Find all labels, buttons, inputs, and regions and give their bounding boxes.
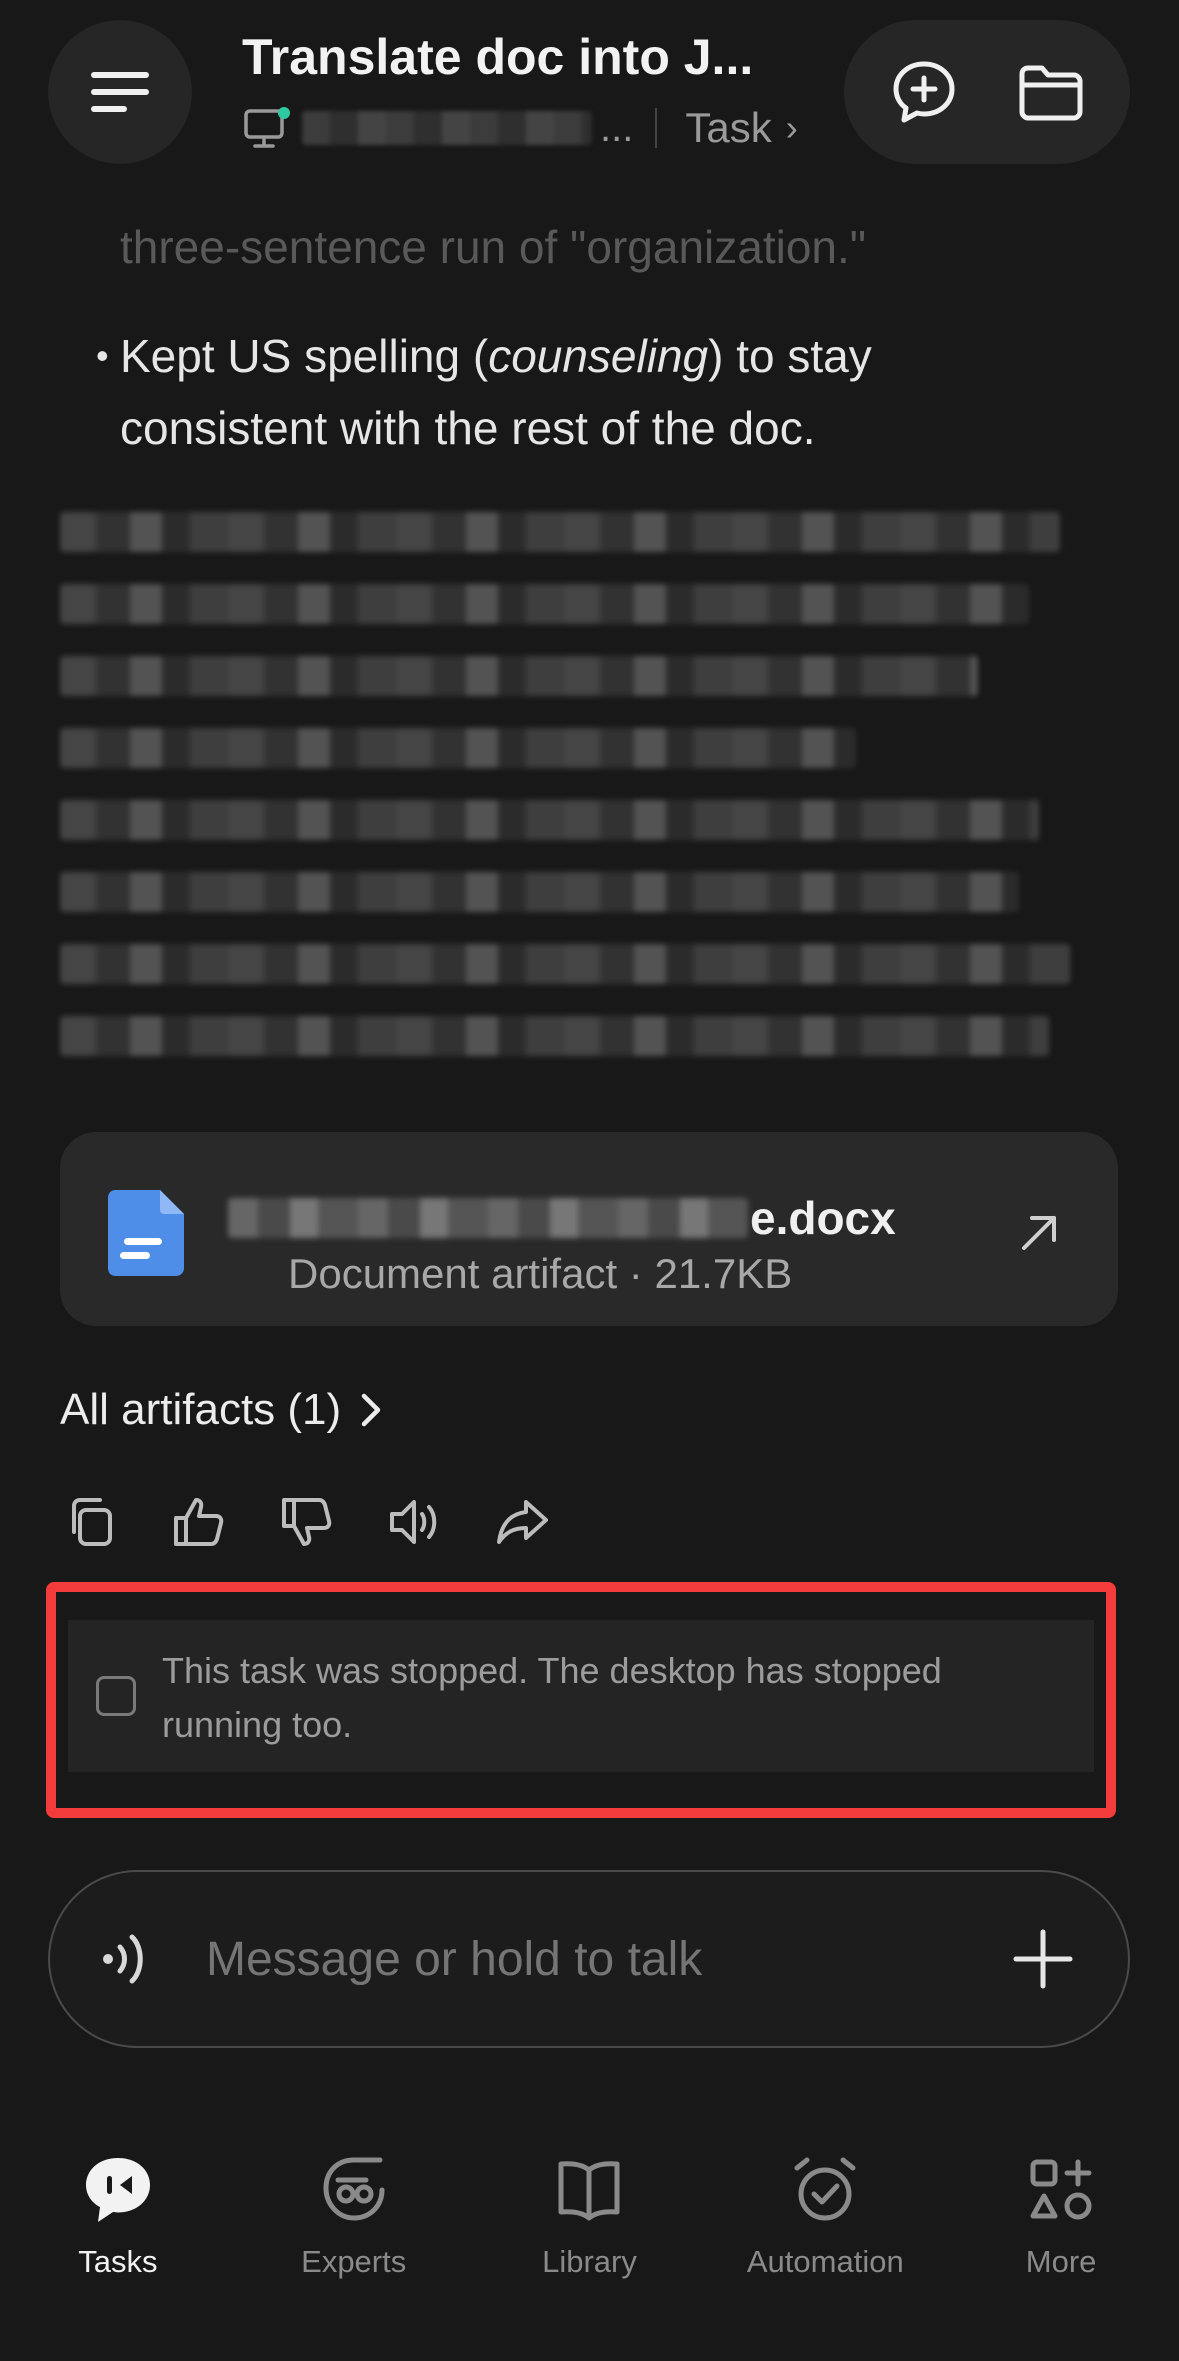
folder-icon (1019, 65, 1082, 121)
nav-tasks[interactable]: Tasks (0, 2130, 236, 2290)
read-aloud-button[interactable] (384, 1492, 444, 1552)
tasks-chat-icon (85, 2158, 150, 2222)
redacted-paragraph (60, 512, 1080, 1088)
thumbs-up-icon (174, 1498, 224, 1546)
all-artifacts-label: All artifacts (1) (60, 1385, 342, 1434)
nav-more-label: More (1025, 2244, 1097, 2279)
voice-icon[interactable] (96, 1927, 160, 1991)
task-stopped-text: This task was stopped. The desktop has s… (162, 1650, 942, 1745)
bullet-item: • Kept US spelling (counseling) to stay … (96, 320, 1076, 464)
chevron-right-icon: › (785, 107, 798, 148)
redacted-line (60, 512, 1060, 552)
task-stopped-notice: This task was stopped. The desktop has s… (68, 1620, 1094, 1772)
library-book-icon (558, 2161, 620, 2221)
redacted-line (60, 584, 1029, 624)
redacted-desktop-name (302, 111, 592, 145)
nav-tasks-label: Tasks (78, 2244, 158, 2279)
redacted-line (60, 728, 856, 768)
faded-previous-text: three-sentence run of "organization." (120, 221, 867, 273)
thumbs-down-icon (282, 1498, 332, 1546)
nav-automation-label: Automation (746, 2244, 904, 2279)
new-chat-icon (893, 61, 954, 123)
thumbs-up-button[interactable] (168, 1492, 228, 1552)
document-icon (108, 1190, 184, 1276)
online-status-dot (278, 107, 290, 119)
task-title[interactable]: Translate doc into J... (242, 28, 802, 86)
subtitle-ellipsis: ... (600, 105, 634, 150)
bottom-nav: Tasks Experts Library Automation More (0, 2130, 1179, 2290)
artifact-filename: e.docx (228, 1188, 896, 1248)
nav-experts-label: Experts (301, 2244, 407, 2279)
speaker-icon (390, 1500, 437, 1544)
more-shapes-icon (1030, 2159, 1092, 2220)
stop-checkbox[interactable] (96, 1676, 136, 1716)
menu-icon (91, 72, 149, 112)
experts-icon (323, 2157, 385, 2221)
redacted-line (60, 1016, 1050, 1056)
message-composer (48, 1870, 1130, 2048)
bullet-text-italic: counseling (488, 330, 709, 382)
all-artifacts-link[interactable]: All artifacts (1) (60, 1378, 383, 1442)
automation-alarm-icon (794, 2157, 856, 2221)
subtitle-task-label: Task (685, 104, 772, 151)
bullet-dot: • (96, 335, 109, 376)
nav-experts[interactable]: Experts (236, 2130, 472, 2290)
bullet-text-before: Kept US spelling ( (120, 330, 489, 382)
message-input[interactable] (206, 1931, 1008, 1987)
redacted-line (60, 800, 1040, 840)
artifact-meta: Document artifact · 21.7KB (288, 1250, 793, 1297)
share-button[interactable] (492, 1492, 552, 1552)
bullet-text: Kept US spelling (counseling) to stay co… (120, 320, 1076, 464)
artifact-filename-suffix: e.docx (750, 1192, 896, 1244)
task-subtitle[interactable]: ... Task › (242, 100, 798, 156)
thumbs-down-button[interactable] (276, 1492, 336, 1552)
copy-icon (72, 1498, 112, 1546)
chevron-right-icon (361, 1393, 381, 1427)
artifact-card[interactable]: e.docx Document artifact · 21.7KB (60, 1132, 1118, 1326)
plus-icon[interactable] (1008, 1924, 1078, 1994)
subtitle-separator (655, 108, 658, 148)
files-button[interactable] (1006, 47, 1096, 137)
new-chat-button[interactable] (879, 47, 969, 137)
desktop-icon (242, 105, 290, 151)
share-icon (497, 1500, 548, 1544)
menu-button[interactable] (48, 20, 192, 164)
redacted-line (60, 944, 1070, 984)
redacted-line (60, 656, 978, 696)
message-actions (60, 1492, 552, 1552)
redacted-line (60, 872, 1019, 912)
header-actions (844, 20, 1130, 164)
open-external-icon[interactable] (1012, 1204, 1068, 1260)
nav-library-label: Library (542, 2244, 637, 2279)
redacted-filename (228, 1198, 748, 1238)
copy-button[interactable] (60, 1492, 120, 1552)
nav-library[interactable]: Library (472, 2130, 708, 2290)
nav-automation[interactable]: Automation (707, 2130, 943, 2290)
nav-more[interactable]: More (943, 2130, 1179, 2290)
